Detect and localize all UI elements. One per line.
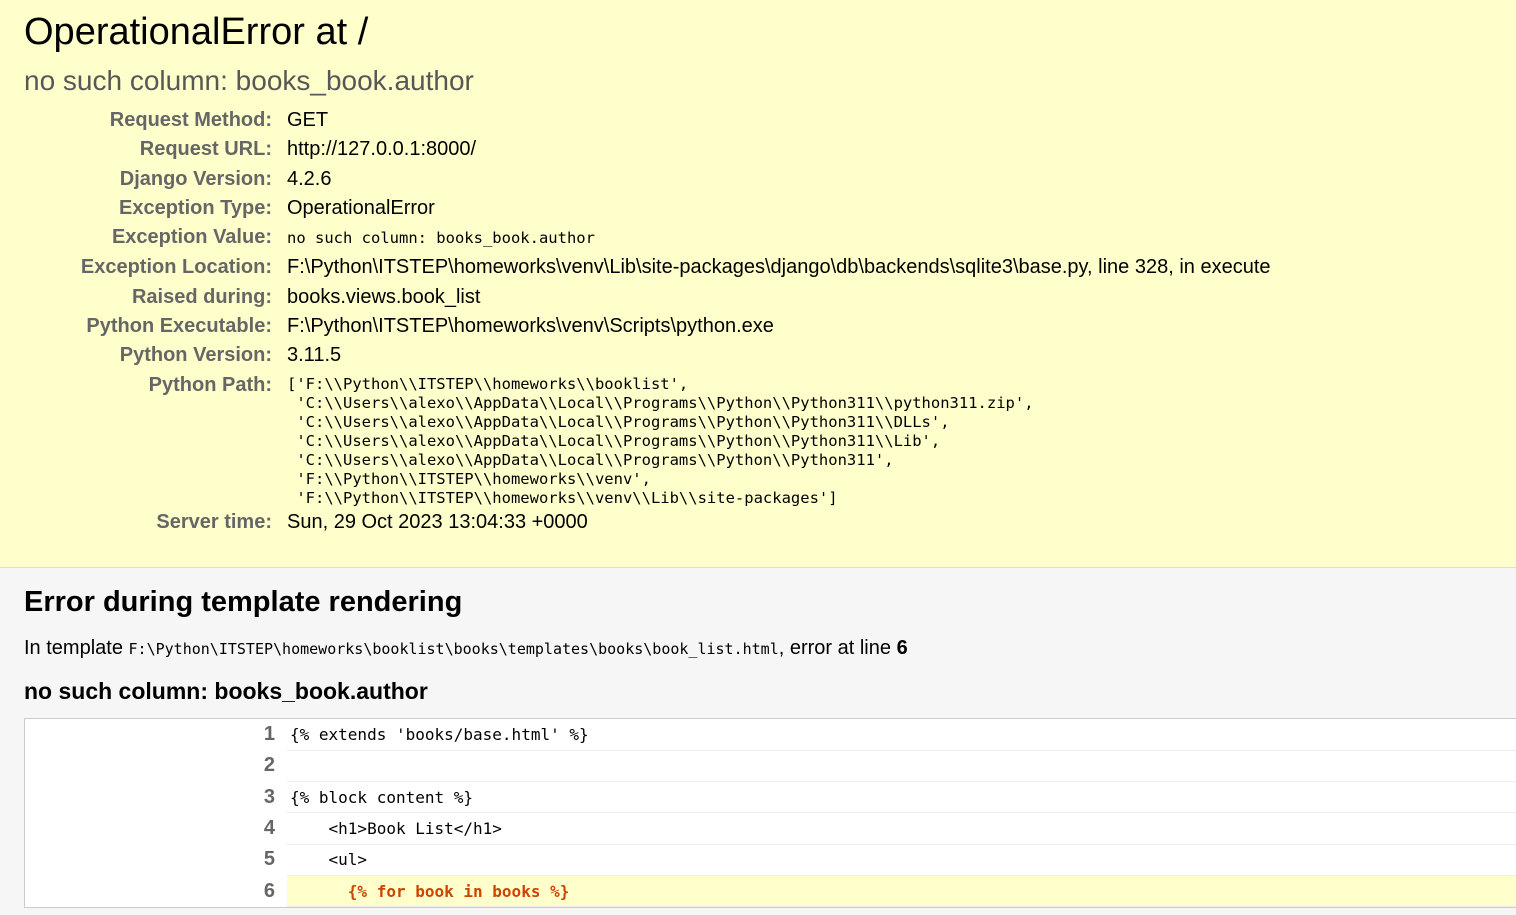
meta-label: Exception Location: <box>80 256 272 279</box>
line-code: {% for book in books %} <box>287 875 1516 908</box>
line-number: 6 <box>25 875 287 907</box>
line-code: {% extends 'books/base.html' %} <box>287 719 1516 751</box>
line-number: 4 <box>263 817 275 840</box>
template-source: 1 {% extends 'books/base.html' %} 2 3 {%… <box>24 718 1516 909</box>
meta-label: Server time: <box>156 510 272 533</box>
python-path-list: ['F:\\Python\\ITSTEP\\homeworks\\booklis… <box>287 374 1034 507</box>
meta-row-exception-type: Exception Type: OperationalError <box>24 194 1271 223</box>
meta-row-django-version: Django Version: 4.2.6 <box>24 165 1271 194</box>
line-code: <h1>Book List</h1> <box>287 812 1516 845</box>
line-number: 5 <box>263 848 275 871</box>
meta-label: Python Executable: <box>86 315 272 338</box>
template-location: In template F:\Python\ITSTEP\homeworks\b… <box>24 635 1492 662</box>
template-error-heading: Error during template rendering <box>24 586 463 618</box>
meta-row-python-path: Python Path: ['F:\\Python\\ITSTEP\\homew… <box>24 371 1271 508</box>
meta-value: ['F:\\Python\\ITSTEP\\homeworks\\booklis… <box>287 371 1271 508</box>
template-path: F:\Python\ITSTEP\homeworks\booklist\book… <box>128 640 779 658</box>
template-error-panel: Error during template rendering In templ… <box>0 568 1516 915</box>
source-line: 2 <box>25 750 1516 783</box>
exception-subtitle: no such column: books_book.author <box>24 65 474 96</box>
meta-label: Request Method: <box>109 109 272 131</box>
meta-label: Python Version: <box>119 344 272 367</box>
meta-label: Request URL: <box>139 138 272 161</box>
meta-value: 3.11.5 <box>287 344 342 367</box>
source-line: 1 {% extends 'books/base.html' %} <box>25 719 1516 751</box>
line-number: 3 <box>263 785 275 808</box>
meta-label: Exception Value: <box>111 226 272 249</box>
meta-row-python-version: Python Version: 3.11.5 <box>24 341 1271 370</box>
source-line: 4 <h1>Book List</h1> <box>25 812 1516 845</box>
meta-value: Sun, 29 Oct 2023 13:04:33 +0000 <box>287 510 588 533</box>
source-line: 3 {% block content %} <box>25 781 1516 814</box>
line-code <box>287 750 1516 783</box>
meta-row-exception-value: Exception Value: no such column: books_b… <box>24 223 1271 253</box>
request-meta-table: Request Method: GET Request URL: http://… <box>24 106 1271 537</box>
exception-value-code: no such column: books_book.author <box>287 229 595 248</box>
line-number: 1 <box>263 723 275 746</box>
meta-row-request-method: Request Method: GET <box>24 106 1271 135</box>
source-line-error: 6 {% for book in books %} <box>25 875 1516 908</box>
meta-value: GET <box>287 109 329 131</box>
line-code: {% block content %} <box>287 781 1516 814</box>
meta-row-raised-during: Raised during: books.views.book_list <box>24 283 1271 312</box>
meta-row-request-url: Request URL: http://127.0.0.1:8000/ <box>24 135 1271 164</box>
meta-value: books.views.book_list <box>287 285 481 308</box>
line-number: 2 <box>263 754 275 777</box>
meta-row-python-executable: Python Executable: F:\Python\ITSTEP\home… <box>24 312 1271 341</box>
meta-label: Django Version: <box>119 167 272 190</box>
meta-value: http://127.0.0.1:8000/ <box>287 138 477 161</box>
meta-label: Exception Type: <box>119 196 272 219</box>
meta-value: F:\Python\ITSTEP\homeworks\venv\Scripts\… <box>287 315 774 338</box>
meta-value: F:\Python\ITSTEP\homeworks\venv\Lib\site… <box>287 256 1271 279</box>
meta-label: Python Path: <box>148 373 272 396</box>
meta-label: Raised during: <box>131 285 272 308</box>
summary-panel: OperationalError at / no such column: bo… <box>0 0 1516 568</box>
meta-value: OperationalError <box>287 196 435 219</box>
meta-row-exception-location: Exception Location: F:\Python\ITSTEP\hom… <box>24 253 1271 282</box>
line-code: <ul> <box>287 844 1516 876</box>
source-line: 5 <ul> <box>25 844 1516 876</box>
template-location-middle: , error at line <box>778 637 897 659</box>
meta-row-server-time: Server time: Sun, 29 Oct 2023 13:04:33 +… <box>24 508 1271 537</box>
meta-value: 4.2.6 <box>287 167 332 190</box>
meta-value: no such column: books_book.author <box>287 223 1271 253</box>
template-error-message: no such column: books_book.author <box>24 678 428 704</box>
template-location-prefix: In template <box>24 637 129 659</box>
page-title: OperationalError at / <box>24 11 369 53</box>
error-line-number: 6 <box>896 637 908 659</box>
